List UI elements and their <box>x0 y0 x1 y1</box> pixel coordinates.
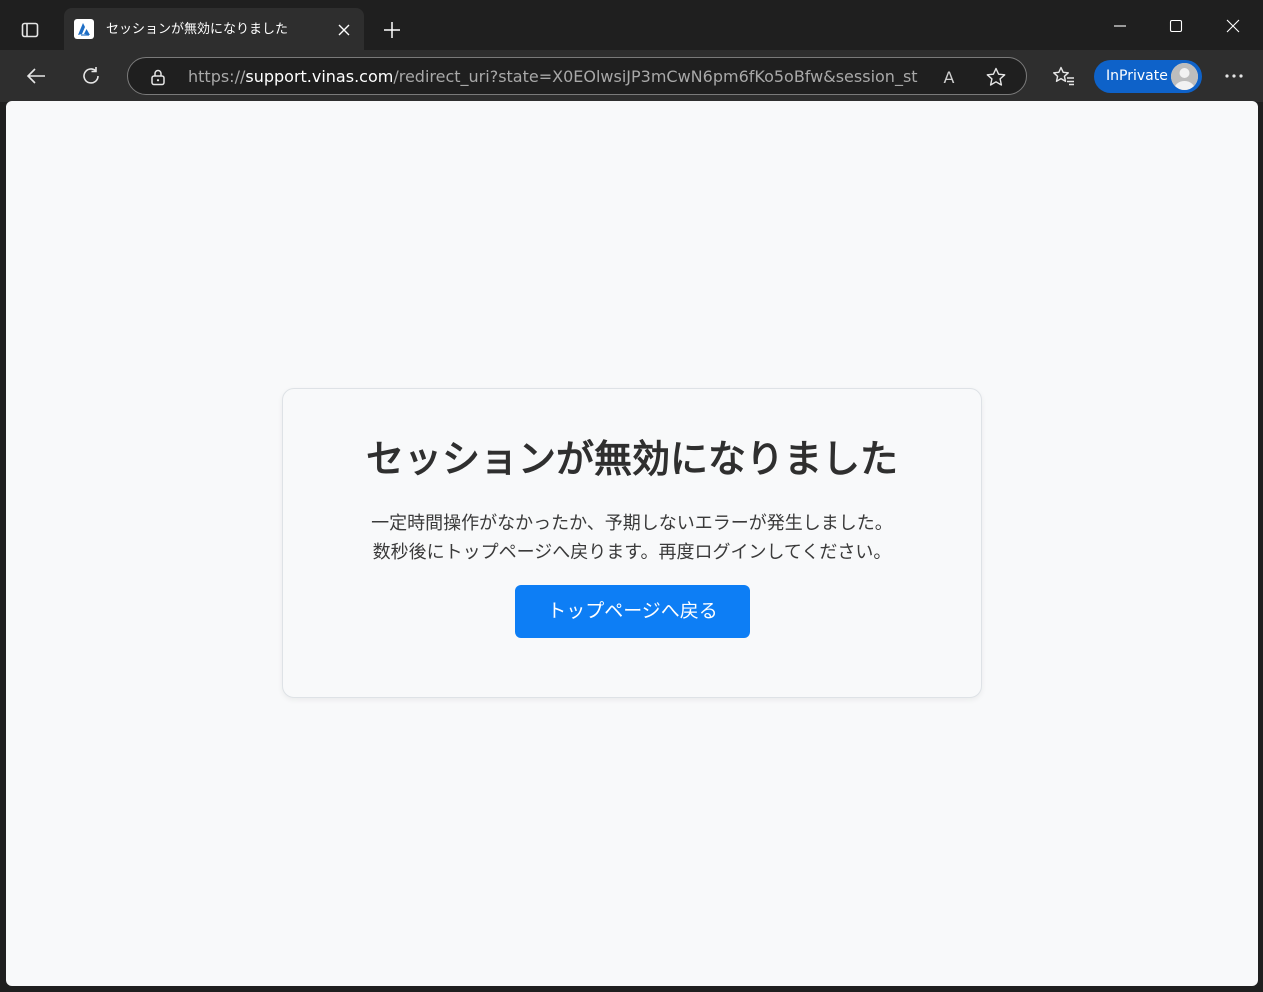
error-message: 一定時間操作がなかったか、予期しないエラーが発生しました。 数秒後にトップページ… <box>283 509 981 567</box>
minimize-button[interactable] <box>1097 8 1143 44</box>
minimize-icon <box>1113 19 1127 33</box>
lock-icon[interactable] <box>148 67 168 87</box>
error-message-line-1: 一定時間操作がなかったか、予期しないエラーが発生しました。 <box>371 513 893 534</box>
favorites-icon <box>1052 65 1076 87</box>
avatar <box>1171 63 1198 90</box>
tab-title: セッションが無効になりました <box>106 22 289 37</box>
maximize-icon <box>1169 19 1183 33</box>
address-bar[interactable]: https://support.vinas.com/redirect_uri?s… <box>127 57 1027 95</box>
page-viewport: セッションが無効になりました 一定時間操作がなかったか、予期しないエラーが発生し… <box>6 101 1258 986</box>
new-tab-button[interactable] <box>376 14 408 46</box>
read-aloud-button[interactable]: A <box>936 64 962 90</box>
close-icon <box>1226 19 1240 33</box>
title-bar: セッションが無効になりました <box>0 0 1263 56</box>
tab-actions-button[interactable] <box>12 14 48 46</box>
session-expired-card: セッションが無効になりました 一定時間操作がなかったか、予期しないエラーが発生し… <box>282 388 982 698</box>
more-button[interactable] <box>1216 58 1252 94</box>
close-window-button[interactable] <box>1210 8 1256 44</box>
tab-actions-icon <box>20 20 40 40</box>
active-tab[interactable]: セッションが無効になりました <box>64 8 364 50</box>
close-icon <box>338 24 350 36</box>
return-to-top-button[interactable]: トップページへ戻る <box>515 585 750 638</box>
arrow-left-icon <box>25 65 47 87</box>
star-icon <box>985 66 1007 88</box>
page-title: セッションが無効になりました <box>365 437 898 481</box>
favorites-button[interactable] <box>1046 58 1082 94</box>
url-path: /redirect_uri?state=X0EOlwsiJP3mCwN6pm6f… <box>393 67 918 86</box>
read-aloud-icon: A <box>943 67 955 87</box>
browser-toolbar: https://support.vinas.com/redirect_uri?s… <box>0 50 1263 102</box>
add-favorite-button[interactable] <box>983 64 1009 90</box>
plus-icon <box>383 21 401 39</box>
back-button[interactable] <box>18 58 54 94</box>
url-scheme: https:// <box>188 67 246 86</box>
close-tab-button[interactable] <box>332 18 356 42</box>
url-text[interactable]: https://support.vinas.com/redirect_uri?s… <box>188 66 918 88</box>
error-message-line-2: 数秒後にトップページへ戻ります。再度ログインしてください。 <box>372 542 892 563</box>
inprivate-badge[interactable]: InPrivate <box>1094 60 1202 93</box>
url-host: support.vinas.com <box>245 67 394 86</box>
azure-logo-icon <box>74 19 94 39</box>
inprivate-label: InPrivate <box>1106 68 1168 84</box>
more-icon <box>1224 73 1244 79</box>
maximize-button[interactable] <box>1153 8 1199 44</box>
refresh-button[interactable] <box>73 58 109 94</box>
refresh-icon <box>80 65 102 87</box>
